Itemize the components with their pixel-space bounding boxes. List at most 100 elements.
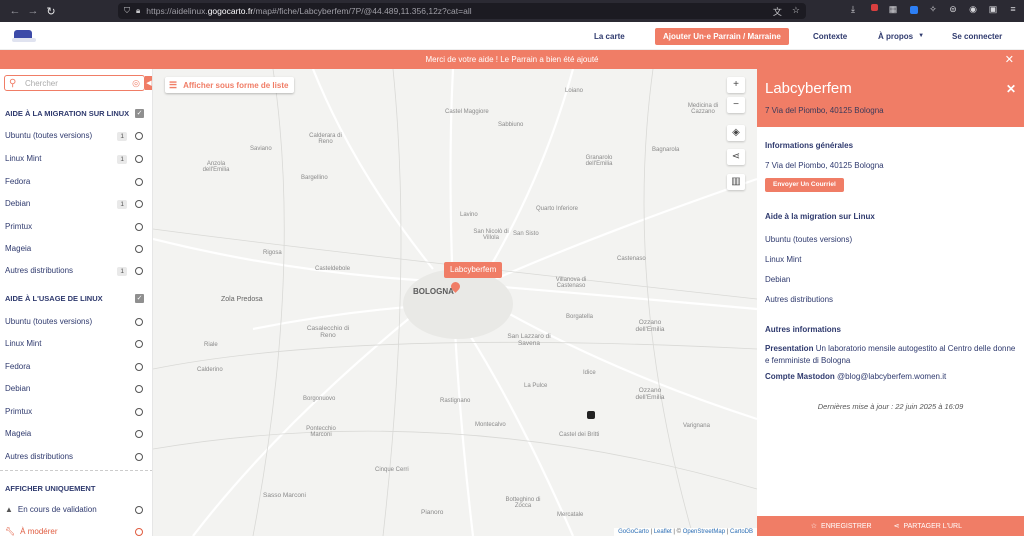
save-button[interactable]: ☆ ENREGISTRER — [811, 522, 872, 531]
radio-icon[interactable] — [135, 223, 143, 231]
forward-icon[interactable]: → — [24, 5, 42, 17]
search-placeholder[interactable]: Chercher — [25, 79, 132, 88]
extension-red-icon[interactable] — [868, 4, 878, 16]
lock-icon[interactable]: 🔒︎ — [136, 6, 140, 16]
filter-item[interactable]: Primtux — [5, 222, 147, 234]
place-label: Sasso Marconi — [263, 492, 306, 499]
filter-item[interactable]: Linux Mint 1 — [5, 154, 147, 166]
place-label: Bagnarola — [652, 147, 680, 153]
menu-icon[interactable]: ≡ — [1008, 4, 1018, 16]
filter-item[interactable]: Mageia — [5, 429, 147, 441]
search-field[interactable]: ⚲ Chercher ◎ — [4, 75, 145, 91]
place-label: Pianoro — [421, 509, 444, 516]
reload-icon[interactable]: ↻ — [42, 5, 60, 18]
mastodon: Compte Mastodon @blog@labcyberfem.women.… — [765, 372, 947, 381]
radio-icon[interactable] — [135, 267, 143, 275]
filter-item[interactable]: Debian 1 — [5, 199, 147, 211]
extension-s-icon[interactable] — [908, 4, 918, 16]
place-label: Calderino — [197, 367, 223, 373]
list-icon: ☰ — [169, 79, 178, 90]
nav-login[interactable]: Se connecter — [952, 22, 1002, 50]
layers-icon[interactable]: ◈ — [727, 125, 745, 141]
section-checkbox-usage[interactable]: ✓ — [135, 294, 144, 303]
share-url-button[interactable]: ⋖ PARTAGER L'URL — [894, 522, 962, 531]
geolocate-icon[interactable]: ◎ — [132, 78, 140, 89]
radio-icon[interactable] — [135, 430, 143, 438]
close-icon[interactable]: ✕ — [1005, 53, 1014, 66]
place-label: Varignana — [683, 423, 710, 429]
sync-icon[interactable]: ⊜ — [948, 4, 958, 16]
filter-item-pending[interactable]: ▲ En cours de validation — [5, 505, 147, 517]
filter-item[interactable]: Autres distributions 1 — [5, 266, 147, 278]
add-sponsor-button[interactable]: Ajouter Un·e Parrain / Marraine — [655, 27, 789, 45]
radio-icon[interactable] — [135, 408, 143, 416]
radio-icon[interactable] — [135, 528, 143, 536]
filter-item[interactable]: Ubuntu (toutes versions) — [5, 317, 147, 329]
place-label: Borgonuovo — [303, 396, 336, 402]
search-icon: ⚲ — [9, 77, 17, 89]
radio-icon[interactable] — [135, 453, 143, 461]
place-label: Quarto Inferiore — [536, 206, 579, 212]
extension-puzzle-icon[interactable]: ▦ — [888, 4, 898, 16]
radio-icon[interactable] — [135, 506, 143, 514]
sidebar-divider — [0, 470, 152, 471]
count-badge: 1 — [117, 267, 127, 276]
extension-grid-icon[interactable]: ▣ — [988, 4, 998, 16]
filter-item[interactable]: Primtux — [5, 407, 147, 419]
shield-icon[interactable]: ⛉ — [124, 6, 130, 16]
collapse-sidebar-icon[interactable]: ◀ — [145, 76, 152, 90]
nav-la-carte[interactable]: La carte — [594, 22, 625, 50]
extensions-icon[interactable]: ✧ — [928, 4, 938, 16]
marker-label[interactable]: Labcyberfem — [444, 262, 503, 278]
filter-item[interactable]: Linux Mint — [5, 339, 147, 351]
map-view[interactable]: Loiano Castel Maggiore Sabbiuno Medicina… — [153, 69, 757, 536]
place-label: San Nicolò di Villola — [473, 229, 509, 241]
radio-icon[interactable] — [135, 363, 143, 371]
place-label: Granarolo dell'Emilia — [585, 155, 613, 167]
other-info-title: Autres informations — [765, 325, 842, 334]
share-icon[interactable]: ⋖ — [727, 149, 745, 165]
filter-item[interactable]: Fedora — [5, 362, 147, 374]
general-info-title: Informations générales — [765, 141, 854, 150]
radio-icon[interactable] — [135, 385, 143, 393]
place-label: Pontecchio Marconi — [306, 426, 336, 438]
show-list-button[interactable]: ☰ Afficher sous forme de liste — [165, 77, 295, 93]
zoom-out-button[interactable]: − — [727, 97, 745, 113]
radio-icon[interactable] — [135, 155, 143, 163]
radio-icon[interactable] — [135, 245, 143, 253]
radio-icon[interactable] — [135, 340, 143, 348]
url-bar[interactable]: ⛉ 🔒︎ https://aidelinux.gogocarto.fr/map#… — [118, 3, 806, 19]
filter-item-moderate[interactable]: 🔧︎ À modérer — [5, 527, 147, 536]
radio-icon[interactable] — [135, 200, 143, 208]
count-badge: 1 — [117, 132, 127, 141]
filter-item[interactable]: Mageia — [5, 244, 147, 256]
zoom-in-button[interactable]: + — [727, 77, 745, 93]
radio-icon[interactable] — [135, 178, 143, 186]
site-logo[interactable] — [12, 30, 36, 42]
filter-item[interactable]: Debian — [5, 384, 147, 396]
send-email-button[interactable]: Envoyer Un Courriel — [765, 178, 844, 192]
filter-item[interactable]: Fedora — [5, 177, 147, 189]
place-label: Borgatella — [566, 314, 594, 320]
radio-icon[interactable] — [135, 318, 143, 326]
wrench-icon: 🔧︎ — [5, 527, 16, 536]
place-label: Castel Maggiore — [445, 109, 489, 115]
map-icon[interactable]: ▥ — [727, 174, 745, 190]
place-label: San Lazzaro di Savena — [507, 333, 551, 347]
radio-icon[interactable] — [135, 132, 143, 140]
nav-a-propos[interactable]: À propos ▼ — [878, 22, 924, 50]
nav-contexte[interactable]: Contexte — [813, 22, 847, 50]
translate-icon[interactable]: 文 — [773, 5, 782, 18]
bookmark-star-icon[interactable]: ☆ — [792, 5, 800, 18]
section-title-usage: AIDE À L'USAGE DE LINUX — [5, 294, 103, 303]
section-checkbox-migration[interactable]: ✓ — [135, 109, 144, 118]
filter-item[interactable]: Autres distributions — [5, 452, 147, 464]
download-icon[interactable]: ⤓ — [848, 4, 858, 16]
close-icon[interactable]: ✕ — [1006, 82, 1016, 96]
place-label: Ozzano dell'Emilia — [635, 387, 665, 401]
account-icon[interactable]: ◉ — [968, 4, 978, 16]
panel-footer: ☆ ENREGISTRER ⋖ PARTAGER L'URL — [757, 516, 1024, 536]
place-label: Mercatale — [557, 512, 584, 518]
back-icon[interactable]: ← — [6, 5, 24, 17]
filter-item[interactable]: Ubuntu (toutes versions) 1 — [5, 131, 147, 143]
